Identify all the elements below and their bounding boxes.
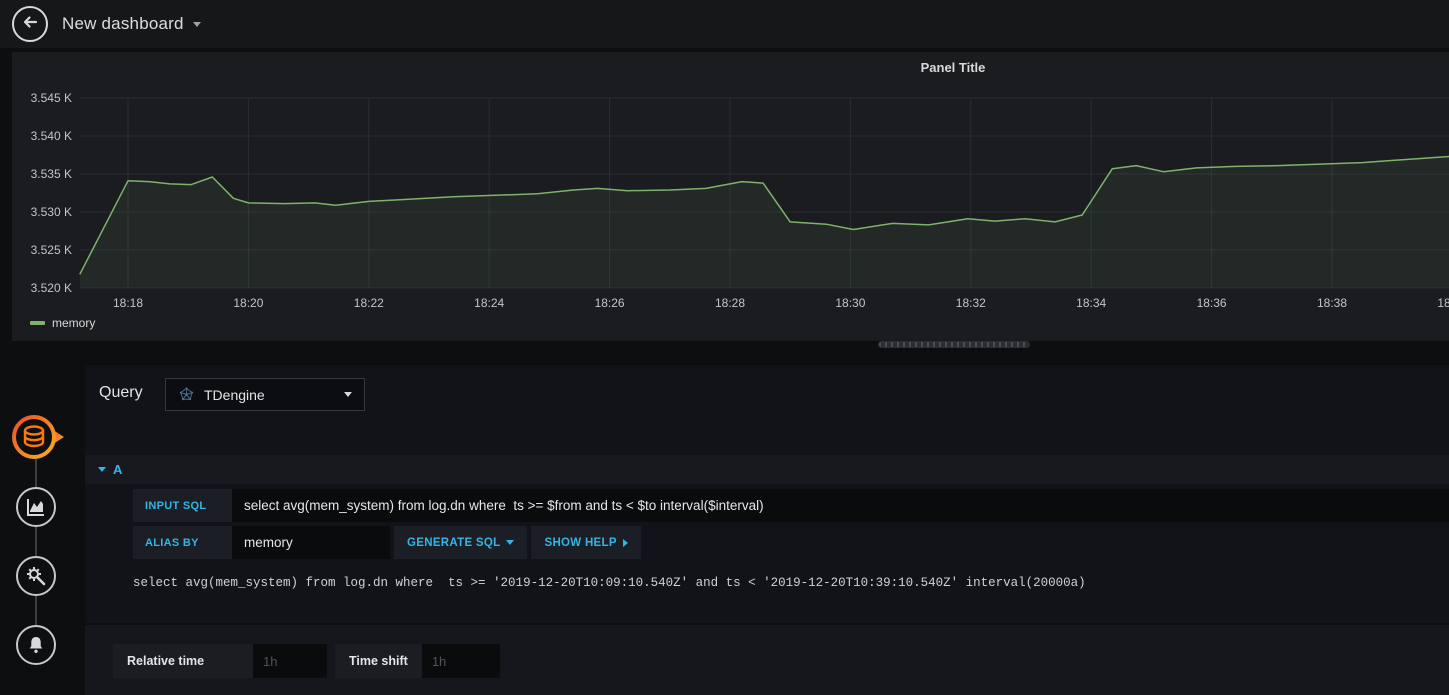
- gear-wrench-icon: [27, 567, 46, 586]
- time-shift-group: Time shift: [335, 644, 500, 678]
- chevron-right-icon: [622, 538, 628, 547]
- svg-text:18:22: 18:22: [354, 296, 384, 310]
- query-section-title: Query: [99, 384, 143, 401]
- time-shift-field[interactable]: [421, 644, 500, 678]
- query-editor-section: Query TDengine A INPUT SQL select avg(me…: [85, 365, 1449, 695]
- chevron-down-icon[interactable]: [192, 21, 201, 27]
- bell-icon: [29, 637, 43, 653]
- relative-time-group: Relative time: [113, 644, 327, 678]
- svg-text:18:18: 18:18: [113, 296, 143, 310]
- svg-text:18:24: 18:24: [474, 296, 504, 310]
- legend-item-memory[interactable]: memory: [30, 316, 95, 330]
- svg-text:18:40: 18:40: [1437, 296, 1449, 310]
- datasource-name: TDengine: [204, 386, 265, 403]
- generate-sql-button[interactable]: GENERATE SQL: [394, 526, 528, 559]
- generated-sql-text: select avg(mem_system) from log.dn where…: [133, 576, 1086, 590]
- tdengine-star-icon: [179, 387, 194, 401]
- tab-alert[interactable]: [16, 625, 56, 665]
- svg-text:18:20: 18:20: [233, 296, 263, 310]
- relative-time-label: Relative time: [113, 644, 253, 678]
- query-form: INPUT SQL ALIAS BY GENERATE SQL SHOW HEL…: [133, 489, 1449, 590]
- input-sql-label: INPUT SQL: [133, 489, 232, 522]
- time-shift-label: Time shift: [335, 644, 422, 678]
- legend-label: memory: [52, 316, 96, 330]
- top-navbar: New dashboard: [0, 0, 1449, 48]
- query-header: Query TDengine: [85, 365, 1449, 425]
- input-sql-row: INPUT SQL: [133, 489, 1449, 522]
- memory-line-chart[interactable]: 3.545 K 3.540 K 3.535 K 3.530 K 3.525 K 3.520…: [12, 52, 1449, 341]
- tab-connector-line: [35, 437, 37, 647]
- input-sql-field[interactable]: [232, 489, 1449, 522]
- tab-general[interactable]: [16, 556, 56, 596]
- svg-text:18:36: 18:36: [1197, 296, 1227, 310]
- svg-text:18:38: 18:38: [1317, 296, 1347, 310]
- legend-color-dash: [30, 321, 45, 325]
- svg-text:18:30: 18:30: [835, 296, 865, 310]
- svg-text:3.520 K: 3.520 K: [31, 281, 72, 295]
- query-ref-row-a[interactable]: A: [85, 455, 1449, 484]
- query-options-section: Relative time Time shift: [85, 623, 1449, 695]
- back-button[interactable]: [12, 6, 48, 42]
- chevron-down-icon: [506, 540, 515, 545]
- tab-visualization[interactable]: [16, 487, 56, 527]
- chart-icon: [27, 499, 44, 516]
- collapse-caret-icon: [98, 467, 106, 472]
- svg-text:3.525 K: 3.525 K: [31, 243, 72, 257]
- alias-by-label: ALIAS BY: [133, 526, 232, 559]
- grafana-edit-panel-screen: New dashboard Panel Title 3.545 K 3.540 K…: [0, 0, 1449, 695]
- database-icon: [12, 415, 64, 459]
- arrow-left-icon: [20, 12, 40, 37]
- datasource-select[interactable]: TDengine: [165, 378, 365, 411]
- chevron-down-icon: [344, 392, 352, 397]
- alias-by-row: ALIAS BY GENERATE SQL SHOW HELP: [133, 526, 1449, 559]
- query-ref-id: A: [113, 462, 123, 477]
- svg-text:18:28: 18:28: [715, 296, 745, 310]
- svg-text:18:34: 18:34: [1076, 296, 1106, 310]
- svg-text:3.530 K: 3.530 K: [31, 205, 72, 219]
- svg-text:3.535 K: 3.535 K: [31, 167, 72, 181]
- relative-time-field[interactable]: [253, 644, 327, 678]
- svg-text:18:26: 18:26: [595, 296, 625, 310]
- dashboard-title[interactable]: New dashboard: [62, 14, 184, 34]
- alias-by-field[interactable]: [232, 526, 390, 559]
- tab-queries[interactable]: [8, 411, 68, 468]
- show-help-button[interactable]: SHOW HELP: [531, 526, 641, 559]
- svg-text:3.540 K: 3.540 K: [31, 129, 72, 143]
- svg-text:3.545 K: 3.545 K: [31, 91, 72, 105]
- svg-text:18:32: 18:32: [956, 296, 986, 310]
- panel-resize-handle[interactable]: [878, 341, 1030, 348]
- graph-panel: Panel Title 3.545 K 3.540 K 3.535 K 3.530 K…: [12, 52, 1449, 341]
